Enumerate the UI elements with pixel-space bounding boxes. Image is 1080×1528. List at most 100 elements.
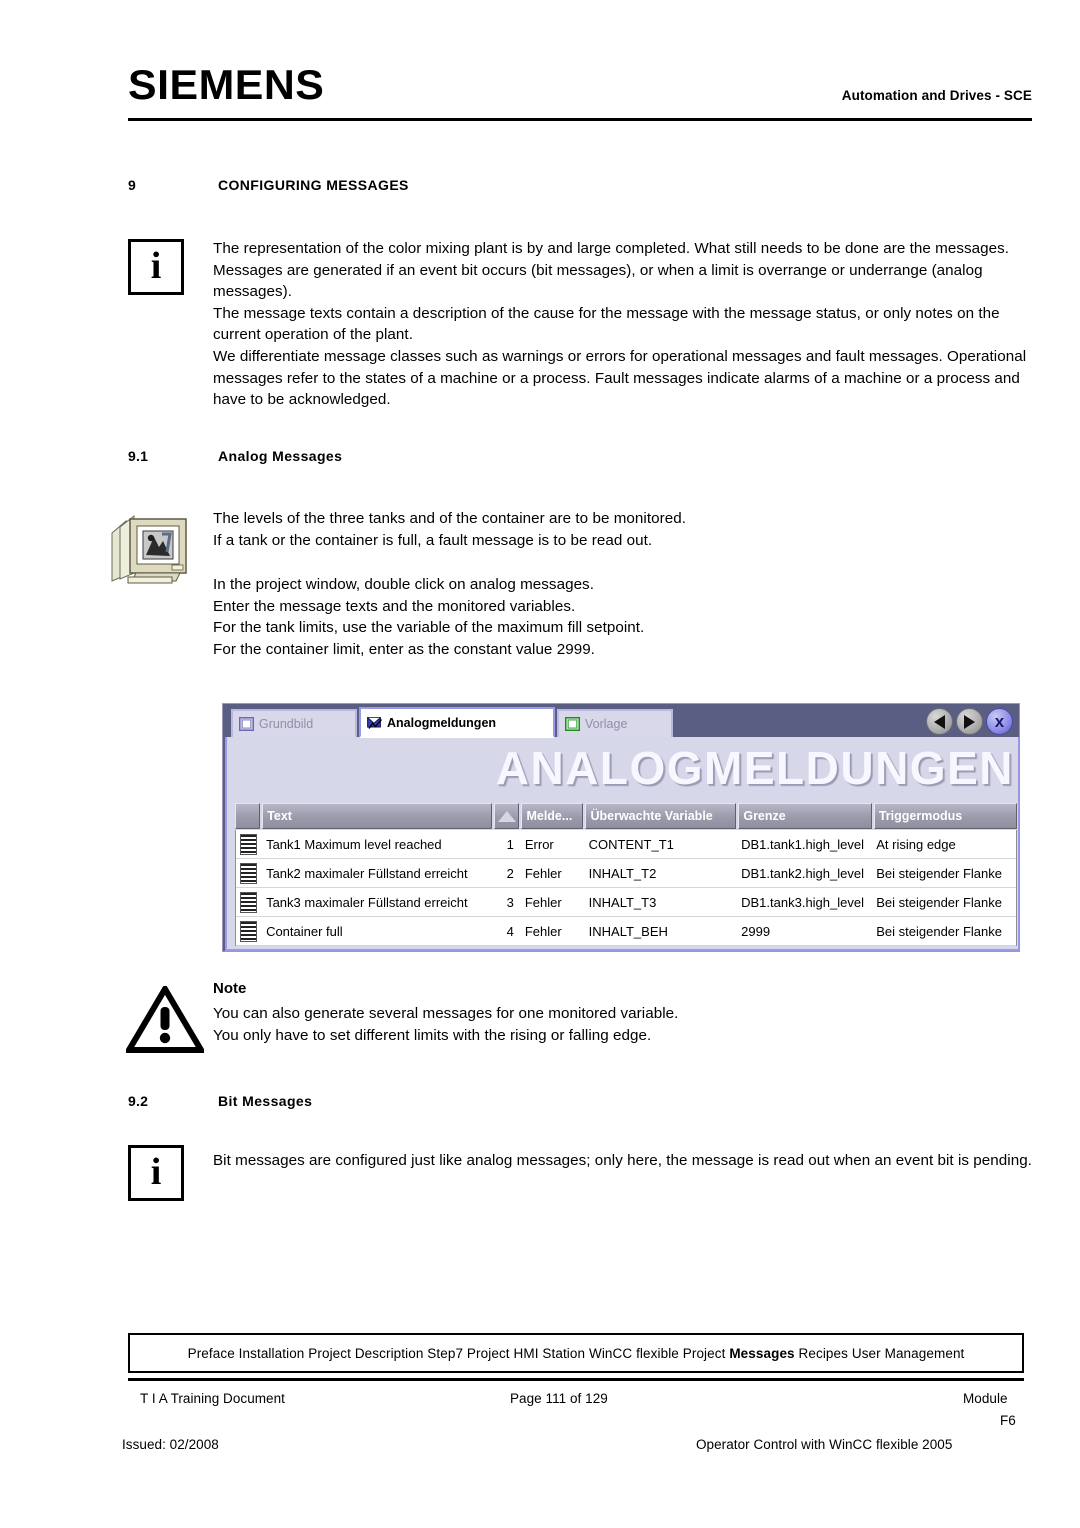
footer-module-id: F6 <box>1000 1413 1016 1428</box>
sort-ascending-icon <box>497 810 516 822</box>
table-header-row: Text Melde... Überwachte Variable Grenze… <box>235 803 1017 829</box>
analog-line-5: For the tank limits, use the variable of… <box>213 619 645 637</box>
cell-text[interactable]: Container full <box>263 917 493 945</box>
hmi-tab-bar: Grundbild Analogmeldungen Vorlage x <box>223 704 1019 738</box>
cell-limit[interactable]: DB1.tank3.high_level <box>738 888 871 916</box>
breadcrumb-pre: Preface Installation Project Description… <box>187 1345 730 1361</box>
cell-limit[interactable]: DB1.tank2.high_level <box>738 859 871 887</box>
analog-intro-block-b: In the project window, double click on a… <box>213 574 1033 660</box>
header-text[interactable]: Text <box>262 803 493 829</box>
section-9-2-title: Bit Messages <box>218 1093 313 1109</box>
table-row[interactable]: Tank3 maximaler Füllstand erreicht 3 Feh… <box>236 888 1016 917</box>
row-handle-cell[interactable] <box>236 830 262 858</box>
cell-limit[interactable]: DB1.tank1.high_level <box>738 830 871 858</box>
cell-number[interactable]: 2 <box>495 859 520 887</box>
analog-line-3: In the project window, double click on a… <box>213 576 594 593</box>
header-subtitle: Automation and Drives - SCE <box>841 88 1032 103</box>
cell-message-class[interactable]: Fehler <box>522 859 584 887</box>
header-trigger-mode[interactable]: Triggermodus <box>873 803 1017 829</box>
cell-text[interactable]: Tank3 maximaler Füllstand erreicht <box>263 888 493 916</box>
cell-monitored-variable[interactable]: INHALT_BEH <box>586 917 736 945</box>
cell-message-class[interactable]: Error <box>522 830 584 858</box>
table-row[interactable]: Container full 4 Fehler INHALT_BEH 2999 … <box>236 917 1016 946</box>
template-icon <box>564 716 581 732</box>
hmi-screenshot-panel: Grundbild Analogmeldungen Vorlage x ANAL… <box>222 703 1020 952</box>
bit-messages-text-block: Bit messages are configured just like an… <box>213 1150 1035 1172</box>
header-message-class[interactable]: Melde... <box>521 803 584 829</box>
table-row[interactable]: Tank1 Maximum level reached 1 Error CONT… <box>236 830 1016 859</box>
footer-divider <box>128 1378 1024 1381</box>
intro-paragraph-2: The message texts contain a description … <box>213 304 1000 344</box>
tab-grundbild[interactable]: Grundbild <box>231 709 357 737</box>
header-monitored-variable[interactable]: Überwachte Variable <box>585 803 737 829</box>
cell-monitored-variable[interactable]: INHALT_T3 <box>586 888 736 916</box>
row-handle-cell[interactable] <box>236 917 262 945</box>
right-arrow-icon <box>964 714 975 729</box>
close-icon: x <box>994 711 1005 731</box>
footer-course: Operator Control with WinCC flexible 200… <box>696 1437 953 1452</box>
cell-trigger-mode[interactable]: At rising edge <box>873 830 1016 858</box>
cell-number[interactable]: 1 <box>495 830 520 858</box>
cell-text[interactable]: Tank1 Maximum level reached <box>263 830 493 858</box>
cell-number[interactable]: 3 <box>495 888 520 916</box>
forward-button[interactable] <box>956 708 983 735</box>
screen-icon <box>238 716 255 732</box>
cell-limit[interactable]: 2999 <box>738 917 871 945</box>
tab-vorlage[interactable]: Vorlage <box>557 709 673 737</box>
cell-trigger-mode[interactable]: Bei steigender Flanke <box>873 917 1016 945</box>
note-text-block: You can also generate several messages f… <box>213 1003 1033 1046</box>
cell-text[interactable]: Tank2 maximaler Füllstand erreicht <box>263 859 493 887</box>
document-page: SIEMENS Automation and Drives - SCE 9 CO… <box>0 0 1080 1528</box>
analog-message-icon <box>367 716 383 730</box>
cell-monitored-variable[interactable]: CONTENT_T1 <box>586 830 736 858</box>
bit-line-1: Bit messages are configured just like an… <box>213 1152 1032 1169</box>
intro-paragraph-3: We differentiate message classes such as… <box>213 347 1027 409</box>
intro-paragraph-1: The representation of the color mixing p… <box>213 240 1010 301</box>
siemens-logo: SIEMENS <box>128 61 325 108</box>
footer-issued: Issued: 02/2008 <box>122 1437 219 1452</box>
table-row[interactable]: Tank2 maximaler Füllstand erreicht 2 Feh… <box>236 859 1016 888</box>
row-handle-cell[interactable] <box>236 859 262 887</box>
cell-trigger-mode[interactable]: Bei steigender Flanke <box>873 859 1016 887</box>
tab-analogmeldungen-label: Analogmeldungen <box>387 715 497 730</box>
info-icon: i <box>150 245 162 287</box>
left-arrow-icon <box>934 714 945 729</box>
analog-messages-table: Text Melde... Überwachte Variable Grenze… <box>225 799 1019 951</box>
analog-line-2: If a tank or the container is full, a fa… <box>213 531 653 549</box>
back-button[interactable] <box>926 708 953 735</box>
footer-page-number: Page 111 of 129 <box>510 1391 608 1406</box>
chapter-title: CONFIGURING MESSAGES <box>218 177 409 193</box>
footer-doc-type: T I A Training Document <box>140 1391 285 1406</box>
row-handle-cell[interactable] <box>236 888 262 916</box>
table-body: Tank1 Maximum level reached 1 Error CONT… <box>235 830 1017 946</box>
hmi-screen-title: ANALOGMELDUNGEN <box>495 742 1014 794</box>
row-grip-icon <box>240 833 258 855</box>
analog-line-1: The levels of the three tanks and of the… <box>213 510 686 527</box>
breadcrumb-box: Preface Installation Project Description… <box>128 1333 1024 1373</box>
cell-trigger-mode[interactable]: Bei steigender Flanke <box>873 888 1016 916</box>
tab-analogmeldungen[interactable]: Analogmeldungen <box>359 707 555 738</box>
section-9-2-number: 9.2 <box>128 1093 149 1109</box>
cell-number[interactable]: 4 <box>495 917 520 945</box>
cell-message-class[interactable]: Fehler <box>522 888 584 916</box>
header-limit[interactable]: Grenze <box>738 803 872 829</box>
cell-monitored-variable[interactable]: INHALT_T2 <box>586 859 736 887</box>
header-sort-number[interactable] <box>494 803 520 829</box>
breadcrumb-post: Recipes User Management <box>794 1345 965 1361</box>
note-line-2: You only have to set different limits wi… <box>213 1026 652 1044</box>
row-grip-icon <box>240 891 258 913</box>
close-button[interactable]: x <box>986 708 1013 735</box>
breadcrumb-current: Messages <box>729 1345 795 1361</box>
chapter-number: 9 <box>128 177 136 193</box>
cell-message-class[interactable]: Fehler <box>522 917 584 945</box>
page-header: SIEMENS Automation and Drives - SCE <box>128 62 1032 124</box>
analog-line-4: Enter the message texts and the monitore… <box>213 597 576 615</box>
hmi-title-area: ANALOGMELDUNGEN <box>225 737 1019 799</box>
info-icon: i <box>150 1151 162 1193</box>
window-controls: x <box>926 708 1013 735</box>
tab-grundbild-label: Grundbild <box>259 717 314 731</box>
intro-text-block: The representation of the color mixing p… <box>213 238 1033 411</box>
footer-module-label: Module <box>963 1391 1008 1406</box>
analog-line-6: For the container limit, enter as the co… <box>213 640 595 658</box>
header-gutter <box>235 803 261 829</box>
